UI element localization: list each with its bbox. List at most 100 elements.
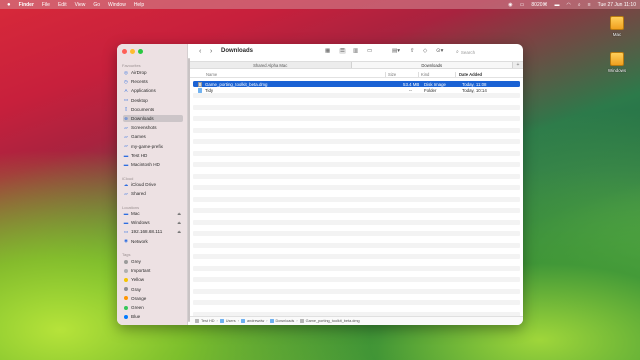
- desktop-icon: ▭: [123, 97, 129, 103]
- more-actions-icon[interactable]: ⊙▾: [436, 48, 443, 54]
- sidebar-item-label: 192.168.68.111: [131, 229, 163, 235]
- sidebar-item-airdrop[interactable]: ◎ AirDrop: [123, 69, 183, 76]
- sidebar-item-applications[interactable]: A Applications: [123, 87, 183, 94]
- zoom-button[interactable]: [138, 49, 143, 54]
- sidebar-item-label: Desktop: [131, 97, 148, 103]
- search-field[interactable]: ⌕ Search: [456, 48, 518, 56]
- group-icon[interactable]: ▤▾: [392, 48, 400, 54]
- sidebar-item-test-hd[interactable]: ▬ Test HD: [123, 152, 183, 159]
- new-tab-button[interactable]: +: [513, 62, 523, 68]
- share-icon[interactable]: ⇧: [410, 48, 415, 54]
- sidebar-item-my-game-prefix[interactable]: ▱ my-game-prefix: [123, 143, 183, 150]
- sidebar-tag-yellow[interactable]: Yellow: [123, 276, 183, 283]
- folder-icon: ▱: [124, 133, 128, 139]
- close-button[interactable]: [122, 49, 127, 54]
- minimize-button[interactable]: [130, 49, 135, 54]
- screen-icon[interactable]: ▭: [520, 2, 525, 8]
- empty-row-stripe: [193, 150, 520, 156]
- record-icon[interactable]: ◉: [508, 2, 512, 8]
- sidebar-item-games[interactable]: ▱ Games: [123, 133, 183, 140]
- icon-view-icon[interactable]: ▦: [325, 48, 330, 54]
- sidebar-tag-gray[interactable]: Gray: [123, 286, 183, 293]
- tab-downloads[interactable]: Downloads: [351, 62, 513, 68]
- sidebar-item-label: Games: [131, 134, 146, 140]
- sidebar-tag-blue[interactable]: Blue: [123, 313, 183, 320]
- menu-go[interactable]: Go: [93, 2, 100, 8]
- desktop-drive-mac[interactable]: Mac: [602, 16, 632, 37]
- sidebar-item-label: Blue: [131, 314, 141, 320]
- drive-icon: ▬: [123, 162, 129, 167]
- search-icon: ⌕: [456, 49, 459, 55]
- desktop-icon-label: Mac: [612, 32, 622, 37]
- desktop-drive-windows[interactable]: Windows: [602, 52, 632, 73]
- keyboard-status[interactable]: 8020⌘: [531, 2, 547, 8]
- column-date-added[interactable]: Date Added: [459, 72, 482, 77]
- eject-icon[interactable]: ⏏: [177, 220, 181, 225]
- menu-view[interactable]: View: [75, 2, 86, 8]
- empty-row-stripe: [193, 242, 520, 248]
- file-date: Today, 11:08: [462, 81, 487, 87]
- forward-button[interactable]: ›: [210, 48, 212, 55]
- path-item[interactable]: Test HD: [201, 319, 215, 323]
- menu-help[interactable]: Help: [134, 2, 144, 8]
- sidebar-item-label: my-game-prefix: [131, 143, 163, 149]
- sidebar: Favourites ◎ AirDrop ◷ Recents A Applications…: [117, 44, 188, 325]
- sidebar-item-recents[interactable]: ◷ Recents: [123, 78, 183, 85]
- tag-icon[interactable]: ◇: [423, 48, 427, 54]
- sidebar-tag-grey[interactable]: Grey: [123, 258, 183, 265]
- sidebar-tag-important[interactable]: Important: [123, 267, 183, 274]
- menu-window[interactable]: Window: [108, 2, 126, 8]
- wifi-icon[interactable]: ◠: [567, 2, 571, 8]
- network-icon: ◉: [124, 238, 128, 244]
- file-name: Tidy: [205, 87, 214, 93]
- search-placeholder: Search: [460, 49, 476, 55]
- file-size: 53.4 MB: [403, 81, 420, 87]
- path-item[interactable]: Downloads: [276, 319, 295, 323]
- sidebar-tag-green[interactable]: Green: [123, 304, 183, 311]
- sidebar-item-windows[interactable]: ▬ Windows ⏏: [123, 219, 183, 226]
- column-kind[interactable]: Kind: [421, 72, 429, 77]
- search-icon[interactable]: ⌕: [578, 2, 581, 8]
- column-name[interactable]: Name: [206, 72, 217, 77]
- sidebar-item-label: Downloads: [131, 116, 154, 121]
- empty-row-stripe: [193, 300, 520, 305]
- file-row[interactable]: Tidy -- Folder Today, 10:14: [193, 87, 520, 93]
- sidebar-item-screenshots[interactable]: ▱ Screenshots: [123, 124, 183, 131]
- folder-icon: ▱: [124, 124, 128, 130]
- gallery-view-icon[interactable]: ▭: [367, 48, 372, 54]
- sidebar-item-macintosh-hd[interactable]: ▬ Macintosh HD: [123, 161, 183, 168]
- file-list: Game_porting_toolkit_beta.dmg 53.4 MB Di…: [190, 80, 523, 317]
- tab-shared-alpha-mac[interactable]: Shared Alpha Mac: [190, 62, 352, 68]
- path-item[interactable]: Game_porting_toolkit_beta.dmg: [306, 319, 360, 323]
- column-size[interactable]: Size: [388, 72, 396, 77]
- path-item[interactable]: andrewdw: [247, 319, 264, 323]
- menubar-clock[interactable]: Tue 27 Jun 11:10: [598, 2, 636, 8]
- sidebar-item-icloud-drive[interactable]: ☁ iCloud Drive: [123, 181, 183, 188]
- apple-menu-icon[interactable]: ●: [7, 2, 11, 8]
- control-center-icon[interactable]: ≡: [588, 2, 591, 8]
- sidebar-item-label: AirDrop: [131, 70, 147, 75]
- menu-file[interactable]: File: [42, 2, 50, 8]
- path-item[interactable]: Users: [226, 319, 236, 323]
- sidebar-tag-orange[interactable]: Orange: [123, 295, 183, 302]
- sidebar-item-192-168-68-111[interactable]: ▭ 192.168.68.111 ⏏: [123, 228, 183, 235]
- sidebar-item-mac[interactable]: ▬ Mac ⏏: [123, 210, 183, 217]
- empty-row-stripe: [193, 127, 520, 133]
- battery-icon[interactable]: ▬: [555, 2, 560, 8]
- sidebar-item-downloads[interactable]: ⊕ Downloads: [123, 115, 183, 122]
- eject-icon[interactable]: ⏏: [177, 229, 181, 234]
- sidebar-item-shared[interactable]: ▱ Shared: [123, 190, 183, 197]
- menu-finder[interactable]: Finder: [19, 2, 34, 8]
- sidebar-item-documents[interactable]: ▯ Documents: [123, 106, 183, 113]
- sidebar-item-desktop[interactable]: ▭ Desktop: [123, 97, 183, 104]
- menu-edit[interactable]: Edit: [58, 2, 67, 8]
- list-view-icon[interactable]: ☰: [339, 48, 346, 54]
- empty-row-stripe: [193, 104, 520, 110]
- sidebar-item-network[interactable]: ◉ Network: [123, 238, 183, 245]
- eject-icon[interactable]: ⏏: [177, 211, 181, 216]
- empty-row-stripe: [193, 162, 520, 167]
- back-button[interactable]: ‹: [199, 48, 201, 55]
- column-view-icon[interactable]: ▥: [353, 48, 358, 54]
- empty-row-stripe: [193, 196, 520, 202]
- empty-row-stripe: [193, 185, 520, 190]
